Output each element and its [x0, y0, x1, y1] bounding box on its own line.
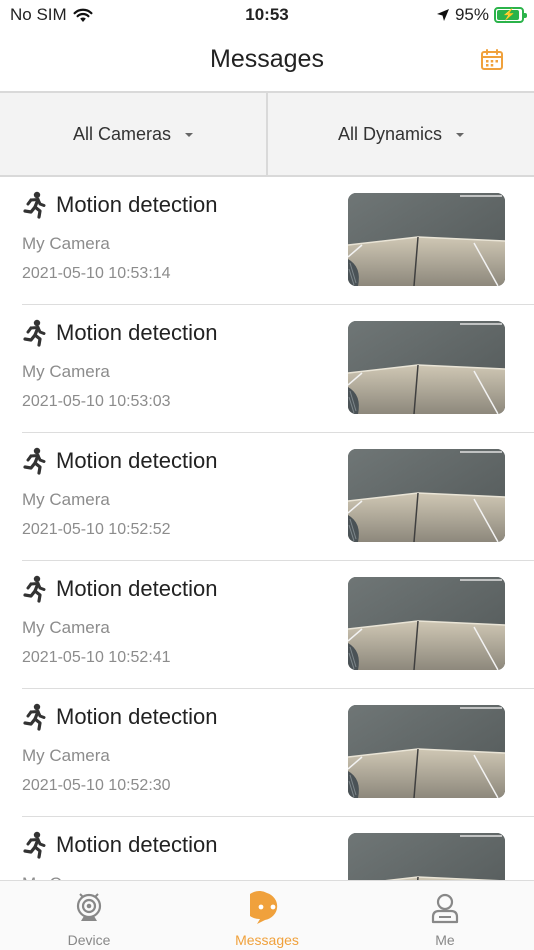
message-title: Motion detection	[56, 192, 218, 217]
camera-name: My Camera	[22, 234, 110, 253]
snapshot-thumbnail[interactable]	[348, 577, 505, 670]
tab-device-label: Device	[67, 932, 111, 948]
running-person-icon	[23, 575, 46, 603]
message-timestamp: 2021-05-10 10:52:41	[22, 649, 171, 666]
bolt-icon: ⚡	[502, 8, 516, 21]
tab-device[interactable]: Device	[0, 881, 178, 950]
tab-messages-label: Messages	[235, 932, 299, 948]
message-timestamp: 2021-05-10 10:53:14	[22, 265, 171, 282]
running-person-icon	[23, 319, 46, 347]
message-item[interactable]: Motion detection My Camera 2021-05-10 10…	[0, 305, 534, 433]
filter-bar: All Cameras All Dynamics	[0, 91, 534, 177]
page-title: Messages	[210, 45, 324, 73]
person-icon	[431, 893, 459, 924]
message-title-row: Motion detection	[22, 319, 217, 347]
tab-messages[interactable]: Messages	[178, 881, 356, 950]
camera-snapshot-image	[348, 193, 505, 286]
tab-me[interactable]: Me	[356, 881, 534, 950]
message-item[interactable]: Motion detection My Camera 2021-05-10 10…	[0, 689, 534, 817]
camera-snapshot-image	[348, 577, 505, 670]
message-item[interactable]: Motion detection My Camera	[0, 817, 534, 880]
snapshot-thumbnail[interactable]	[348, 321, 505, 414]
message-item[interactable]: Motion detection My Camera 2021-05-10 10…	[0, 177, 534, 305]
snapshot-thumbnail[interactable]	[348, 449, 505, 542]
camera-snapshot-image	[348, 449, 505, 542]
message-title: Motion detection	[56, 704, 218, 729]
camera-snapshot-image	[348, 833, 505, 880]
calendar-icon[interactable]	[480, 48, 504, 72]
running-person-icon	[23, 831, 46, 859]
camera-snapshot-image	[348, 321, 505, 414]
camera-filter-dropdown[interactable]: All Cameras	[0, 93, 266, 175]
message-title-row: Motion detection	[22, 831, 217, 859]
message-timestamp: 2021-05-10 10:52:52	[22, 521, 171, 538]
message-list[interactable]: Motion detection My Camera 2021-05-10 10…	[0, 177, 534, 880]
message-title: Motion detection	[56, 448, 218, 473]
navigation-header: Messages	[0, 32, 534, 90]
running-person-icon	[23, 703, 46, 731]
camera-name: My Camera	[22, 746, 110, 765]
message-title: Motion detection	[56, 320, 218, 345]
battery-charging-icon: ⚡	[494, 7, 527, 23]
caret-down-icon	[185, 133, 194, 137]
battery-percent: 95%	[454, 5, 489, 24]
message-item[interactable]: Motion detection My Camera 2021-05-10 10…	[0, 433, 534, 561]
message-title-row: Motion detection	[22, 191, 217, 219]
snapshot-thumbnail[interactable]	[348, 193, 505, 286]
message-item[interactable]: Motion detection My Camera 2021-05-10 10…	[0, 561, 534, 689]
location-arrow-icon	[436, 9, 449, 21]
camera-filter-label: All Cameras	[72, 123, 172, 144]
caret-down-icon	[456, 133, 465, 137]
message-title-row: Motion detection	[22, 447, 217, 475]
snapshot-thumbnail[interactable]	[348, 833, 505, 880]
tab-me-label: Me	[435, 932, 455, 948]
camera-name: My Camera	[22, 490, 110, 509]
message-title: Motion detection	[56, 576, 218, 601]
camera-name: My Camera	[22, 362, 110, 381]
status-right: 95% ⚡	[436, 5, 527, 25]
message-timestamp: 2021-05-10 10:52:30	[22, 777, 171, 794]
dynamics-filter-dropdown[interactable]: All Dynamics	[266, 93, 534, 175]
message-title-row: Motion detection	[22, 703, 217, 731]
bottom-tab-bar: Device Messages Me	[0, 880, 534, 950]
message-title: Motion detection	[56, 832, 218, 857]
camera-name: My Camera	[22, 618, 110, 637]
webcam-icon	[76, 893, 102, 921]
running-person-icon	[23, 191, 46, 219]
running-person-icon	[23, 447, 46, 475]
message-title-row: Motion detection	[22, 575, 217, 603]
message-timestamp: 2021-05-10 10:53:03	[22, 393, 171, 410]
status-bar: No SIM 10:53 95% ⚡	[0, 0, 534, 32]
chat-bubble-icon	[250, 891, 278, 924]
camera-snapshot-image	[348, 705, 505, 798]
snapshot-thumbnail[interactable]	[348, 705, 505, 798]
dynamics-filter-label: All Dynamics	[337, 123, 443, 144]
